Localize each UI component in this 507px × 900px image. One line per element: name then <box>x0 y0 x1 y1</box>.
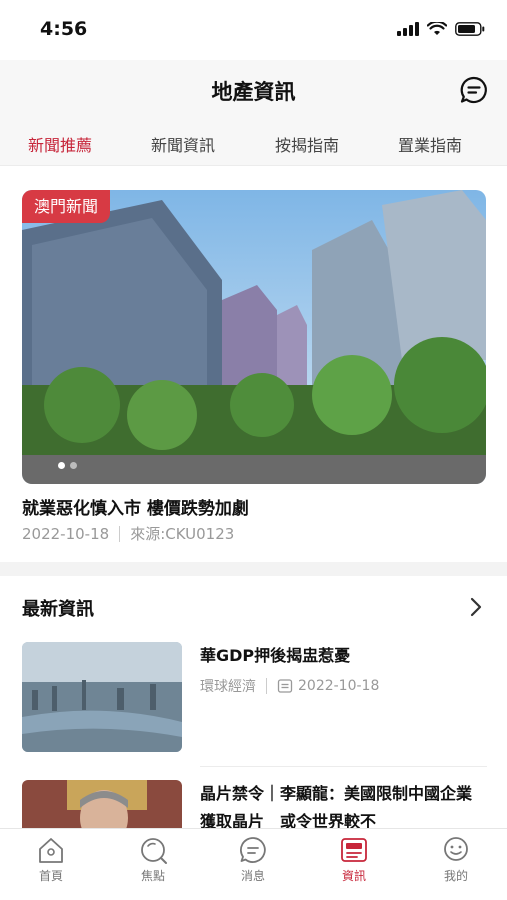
tabbar-label: 首頁 <box>38 869 63 883</box>
meta-separator <box>119 525 121 542</box>
status-icons <box>397 22 485 36</box>
hero-category-badge: 澳門新聞 <box>22 190 111 223</box>
tabbar-profile[interactable]: 我的 <box>421 835 491 884</box>
bottom-tab-bar: 首頁 焦點 消息 資訊 我的 <box>0 828 507 900</box>
tabbar-label: 我的 <box>443 869 468 883</box>
battery-icon <box>455 22 485 36</box>
hero-title[interactable]: 就業惡化慎入市 樓價跌勢加劇 <box>22 494 249 519</box>
news-icon <box>341 838 367 862</box>
category-tabs: 新聞推薦 新聞資訊 按揭指南 置業指南 <box>0 120 507 166</box>
tabbar-label: 消息 <box>240 869 265 883</box>
section-title: 最新資訊 <box>22 599 94 620</box>
tabbar-home[interactable]: 首頁 <box>16 835 86 884</box>
tab-mortgage-guide[interactable]: 按揭指南 <box>275 132 339 156</box>
tabbar-news[interactable]: 資訊 <box>319 835 389 884</box>
home-icon <box>39 838 63 863</box>
news-source: 環球經濟 <box>200 679 256 695</box>
hero-photo <box>22 190 486 484</box>
section-divider <box>0 562 507 576</box>
hero-source: 來源:CKU0123 <box>130 525 235 543</box>
app-header: 地產資訊 <box>0 60 507 120</box>
carousel-dot <box>70 462 77 469</box>
news-meta: 環球經濟 2022-10-18 <box>200 676 379 696</box>
item-divider <box>200 766 487 767</box>
hero-date: 2022-10-18 <box>22 524 110 543</box>
city-skyline-photo <box>22 642 182 752</box>
status-bar: 4:56 <box>0 0 507 60</box>
tabbar-messages[interactable]: 消息 <box>218 835 288 884</box>
carousel-dot <box>58 462 65 469</box>
document-icon <box>277 679 293 693</box>
chevron-right-icon[interactable] <box>467 595 485 619</box>
tabbar-focus[interactable]: 焦點 <box>118 835 188 884</box>
news-title[interactable]: 華GDP押後揭盅惹憂 <box>200 642 485 670</box>
profile-icon <box>444 837 468 861</box>
chat-icon[interactable] <box>459 75 489 105</box>
news-thumbnail[interactable] <box>22 642 182 752</box>
status-time: 4:56 <box>40 18 88 40</box>
tab-buying-guide[interactable]: 置業指南 <box>398 132 462 156</box>
news-date: 2022-10-18 <box>298 678 380 694</box>
wifi-icon <box>427 22 447 35</box>
hero-meta: 2022-10-18 來源:CKU0123 <box>22 523 234 544</box>
tabbar-label: 資訊 <box>341 869 366 883</box>
tab-news[interactable]: 新聞資訊 <box>151 132 215 156</box>
hero-image[interactable] <box>22 190 486 484</box>
tab-recommended[interactable]: 新聞推薦 <box>28 132 92 156</box>
focus-icon <box>141 838 167 864</box>
carousel-indicator <box>58 462 77 469</box>
meta-separator <box>266 678 267 694</box>
tabbar-label: 焦點 <box>140 869 165 883</box>
page-title: 地產資訊 <box>211 80 296 104</box>
signal-icon <box>397 22 419 36</box>
message-icon <box>240 837 266 863</box>
